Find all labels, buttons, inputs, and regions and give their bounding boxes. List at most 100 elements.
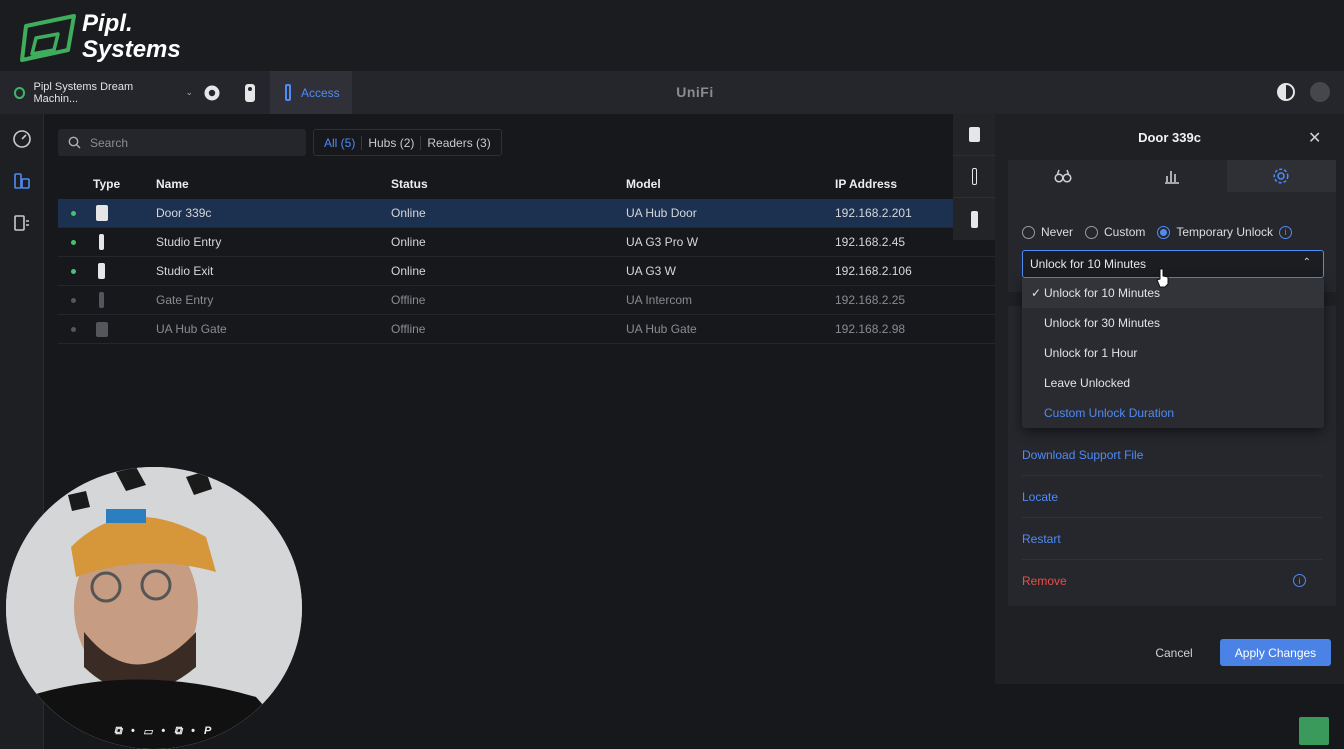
nav-access-label: Access	[301, 85, 340, 100]
cell-model: UA Hub Door	[626, 206, 697, 220]
avatar[interactable]	[1310, 82, 1330, 102]
status-dot	[70, 297, 76, 303]
locate-link[interactable]: Locate	[1022, 476, 1322, 518]
radio-custom[interactable]	[1085, 225, 1099, 239]
table-row[interactable]: UA Hub Gate Offline UA Hub Gate 192.168.…	[58, 315, 998, 344]
site-name: Pipl Systems Dream Machin...	[33, 80, 134, 105]
remove-label: Remove	[1022, 574, 1067, 588]
menu-item[interactable]: ✓ Unlock for 10 Minutes	[1022, 278, 1324, 308]
cell-status: Offline	[391, 293, 426, 307]
close-icon[interactable]: ✕	[1308, 128, 1321, 148]
webcam-watermark: ⧉ • ▭ • ⧉ • P	[114, 725, 212, 737]
devices-icon[interactable]	[12, 171, 32, 191]
hub-gate-icon	[96, 321, 108, 337]
menu-item[interactable]: Unlock for 1 Hour	[1022, 338, 1324, 368]
menu-item[interactable]: Leave Unlocked	[1022, 368, 1324, 398]
menu-item[interactable]: Unlock for 30 Minutes	[1022, 308, 1324, 338]
chevron-up-icon: ⌃	[1302, 257, 1311, 268]
status-dot	[70, 326, 76, 332]
radio-temporary-label: Temporary Unlock	[1176, 225, 1274, 239]
side-tab-reader-2[interactable]	[953, 198, 995, 240]
binoculars-icon	[1054, 169, 1072, 183]
download-support-file-link[interactable]: Download Support File	[1022, 434, 1322, 476]
cell-model: UA Intercom	[626, 293, 693, 307]
device-filter-tabs: All (5) Hubs (2) Readers (3)	[313, 129, 502, 156]
hub-door-icon	[968, 127, 980, 142]
radio-never[interactable]	[1022, 225, 1035, 239]
hand-cursor-icon	[1156, 268, 1169, 288]
filter-hubs[interactable]: Hubs (2)	[362, 135, 422, 150]
info-icon[interactable]: i	[1279, 225, 1293, 239]
panel-tabs	[1008, 160, 1336, 192]
menu-item-custom[interactable]: Custom Unlock Duration	[1022, 398, 1324, 428]
brand-line-2: Systems	[82, 36, 181, 63]
restart-link[interactable]: Restart	[1022, 518, 1322, 560]
unlock-duration-select[interactable]: Unlock for 10 Minutes ⌃	[1022, 250, 1324, 278]
cell-ip: 192.168.2.25	[835, 293, 906, 307]
cell-name: Door 339c	[156, 206, 212, 220]
col-name[interactable]: Name	[156, 177, 391, 191]
reader-icon	[971, 168, 977, 185]
radio-temporary[interactable]	[1157, 225, 1171, 239]
table-row[interactable]: Gate Entry Offline UA Intercom 192.168.2…	[58, 286, 998, 315]
nav-doorbell-button[interactable]	[231, 71, 269, 114]
side-tab-hub[interactable]	[953, 114, 995, 156]
tab-overview[interactable]	[1008, 160, 1118, 192]
presenter-video-icon	[6, 467, 302, 749]
brand-line-1: Pipl.	[82, 10, 133, 37]
watermark-letter: P	[203, 725, 212, 737]
menu-item-label: Unlock for 1 Hour	[1044, 346, 1138, 360]
globe-icon	[14, 86, 26, 99]
reader-icon	[970, 210, 978, 228]
cell-status: Online	[391, 206, 426, 220]
tab-settings[interactable]	[1226, 160, 1336, 192]
site-selector[interactable]: Pipl Systems Dream Machin... ⌄	[0, 71, 193, 114]
intercom-icon	[99, 292, 104, 308]
camera-app-icon	[204, 85, 220, 100]
cancel-button[interactable]: Cancel	[1145, 639, 1203, 666]
webcam-overlay	[6, 467, 302, 749]
top-nav: Pipl Systems Dream Machin... ⌄ Access Un…	[0, 71, 1344, 114]
cell-ip: 192.168.2.106	[835, 264, 912, 278]
search-input[interactable]	[90, 135, 290, 150]
devices-table: Type Name Status Model IP Address Door 3…	[58, 169, 998, 344]
filter-all[interactable]: All (5)	[318, 135, 363, 150]
menu-item-label: Leave Unlocked	[1044, 376, 1131, 390]
unlock-schedule-card: Never Custom Temporary Unlock i Unlock f…	[1008, 192, 1336, 292]
cell-status: Online	[391, 235, 426, 249]
status-dot	[70, 268, 76, 274]
search-box	[58, 129, 306, 156]
nav-access-tab[interactable]: Access	[270, 71, 352, 114]
table-header: Type Name Status Model IP Address	[58, 169, 998, 199]
remove-link[interactable]: Remove i	[1022, 560, 1322, 602]
table-row[interactable]: Door 339c Online UA Hub Door 192.168.2.2…	[58, 199, 998, 228]
tab-stats[interactable]	[1117, 160, 1227, 192]
reader-icon	[99, 234, 104, 250]
col-type[interactable]: Type	[88, 177, 156, 191]
cell-name: Studio Exit	[156, 264, 214, 278]
filter-readers[interactable]: Readers (3)	[421, 136, 496, 150]
col-status[interactable]: Status	[391, 177, 626, 191]
door-access-icon[interactable]	[12, 213, 32, 233]
app-title: UniFi	[676, 84, 714, 100]
col-model[interactable]: Model	[626, 177, 835, 191]
menu-item-label: Unlock for 30 Minutes	[1044, 316, 1161, 330]
table-row[interactable]: Studio Exit Online UA G3 W 192.168.2.106	[58, 257, 998, 286]
radio-custom-label: Custom	[1104, 225, 1146, 239]
side-tab-reader[interactable]	[953, 156, 995, 198]
duration-value: Unlock for 10 Minutes	[1030, 257, 1147, 271]
cell-name: Studio Entry	[156, 235, 222, 249]
apply-changes-button[interactable]: Apply Changes	[1220, 639, 1331, 666]
info-icon[interactable]: i	[1293, 574, 1306, 587]
dashboard-icon[interactable]	[12, 129, 32, 149]
device-side-tabs	[953, 114, 995, 240]
radio-never-label: Never	[1041, 225, 1074, 239]
theme-toggle-icon[interactable]	[1277, 83, 1295, 101]
cell-status: Offline	[391, 322, 426, 336]
gear-icon	[1273, 168, 1289, 184]
nav-protect-button[interactable]	[193, 71, 231, 114]
doorbell-app-icon	[245, 83, 255, 102]
unlock-duration-menu: ✓ Unlock for 10 Minutes Unlock for 30 Mi…	[1022, 278, 1324, 428]
menu-item-label: Unlock for 10 Minutes	[1044, 286, 1161, 300]
table-row[interactable]: Studio Entry Online UA G3 Pro W 192.168.…	[58, 228, 998, 257]
